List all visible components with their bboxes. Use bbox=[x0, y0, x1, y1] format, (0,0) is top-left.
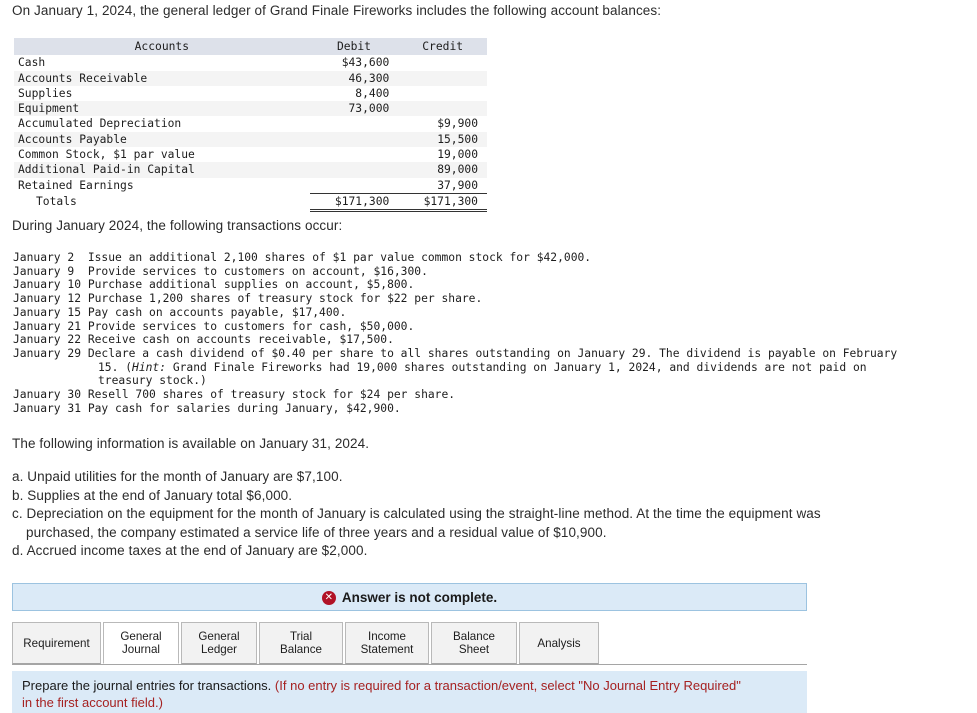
tab-label: Trial Balance bbox=[280, 630, 322, 656]
adjusting-info-item: b. Supplies at the end of January total … bbox=[12, 487, 912, 506]
column-header-credit: Credit bbox=[398, 38, 487, 56]
cell-credit bbox=[398, 70, 487, 86]
tab-label: General Journal bbox=[120, 630, 162, 656]
cell-credit bbox=[398, 85, 487, 102]
transaction-continuation-line: 15. (Hint: Grand Finale Fireworks had 19… bbox=[98, 360, 867, 374]
column-header-accounts: Accounts bbox=[14, 38, 310, 56]
cell-debit bbox=[309, 162, 399, 178]
cell-credit bbox=[398, 101, 487, 117]
tab-label: Requirement bbox=[23, 636, 90, 650]
cell-debit bbox=[309, 177, 399, 194]
cell-debit: 46,300 bbox=[309, 70, 399, 86]
cell-credit: 15,500 bbox=[398, 131, 487, 148]
column-header-debit: Debit bbox=[309, 38, 399, 56]
instruction-note-line2: in the first account field.) bbox=[22, 695, 163, 710]
tab-general-journal[interactable]: General Journal bbox=[103, 622, 179, 664]
instruction-note-line1: (If no entry is required for a transacti… bbox=[274, 678, 741, 693]
instruction-panel: Prepare the journal entries for transact… bbox=[12, 671, 807, 713]
cell-credit: 89,000 bbox=[398, 162, 487, 178]
cell-credit: $9,900 bbox=[398, 116, 487, 132]
cell-debit: 73,000 bbox=[309, 101, 399, 117]
cell-account: Additional Paid-in Capital bbox=[14, 162, 310, 178]
account-balances-table: Accounts Debit Credit Cash $43,600 Account… bbox=[14, 38, 487, 213]
hint-label: Hint: bbox=[132, 360, 167, 374]
cell-debit bbox=[309, 116, 399, 132]
cell-account: Accounts Payable bbox=[14, 131, 310, 148]
adjusting-info-item: c. Depreciation on the equipment for the… bbox=[12, 505, 912, 542]
page-intro-text: On January 1, 2024, the general ledger o… bbox=[12, 3, 662, 18]
adjusting-information-list: a. Unpaid utilities for the month of Jan… bbox=[12, 468, 912, 561]
table-row: Common Stock, $1 par value 19,000 bbox=[14, 147, 487, 163]
cell-account: Cash bbox=[14, 55, 310, 71]
adjusting-info-line: purchased, the company estimated a servi… bbox=[26, 524, 607, 540]
following-information-heading: The following information is available o… bbox=[12, 436, 370, 451]
cell-debit: 8,400 bbox=[309, 85, 399, 102]
tab-requirement[interactable]: Requirement bbox=[12, 622, 101, 664]
transaction-line: January 12 Purchase 1,200 shares of trea… bbox=[13, 292, 483, 306]
table-row: Cash $43,600 bbox=[14, 55, 487, 71]
cell-account: Common Stock, $1 par value bbox=[14, 147, 310, 163]
table-row: Accounts Receivable 46,300 bbox=[14, 70, 487, 86]
transaction-line: January 22 Receive cash on accounts rece… bbox=[13, 333, 394, 347]
adjusting-info-line: c. Depreciation on the equipment for the… bbox=[12, 506, 821, 522]
transaction-continuation-line: treasury stock.) bbox=[98, 374, 207, 388]
table-row: Accounts Payable 15,500 bbox=[14, 131, 487, 148]
adjusting-info-item: d. Accrued income taxes at the end of Ja… bbox=[12, 542, 912, 561]
table-row: Additional Paid-in Capital 89,000 bbox=[14, 162, 487, 178]
cell-debit bbox=[309, 147, 399, 163]
cell-credit: 19,000 bbox=[398, 147, 487, 163]
table-row-totals: Totals $171,300 $171,300 bbox=[14, 192, 487, 213]
cell-totals-label: Totals bbox=[14, 193, 310, 211]
cell-account: Retained Earnings bbox=[14, 177, 310, 194]
tab-label: Balance Sheet bbox=[453, 630, 495, 656]
table-header-row: Accounts Debit Credit bbox=[14, 38, 487, 56]
tab-general-ledger[interactable]: General Ledger bbox=[181, 622, 257, 664]
tab-label: Income Statement bbox=[360, 630, 414, 656]
cell-account: Accumulated Depreciation bbox=[14, 116, 310, 132]
transactions-list: January 2 Issue an additional 2,100 shar… bbox=[13, 251, 897, 415]
tab-trial-balance[interactable]: Trial Balance bbox=[259, 622, 343, 664]
answer-status-message: Answer is not complete. bbox=[341, 589, 498, 605]
cell-debit: $43,600 bbox=[309, 55, 399, 71]
tab-balance-sheet[interactable]: Balance Sheet bbox=[431, 622, 517, 664]
cell-totals-debit: $171,300 bbox=[309, 192, 399, 213]
cell-totals-credit: $171,300 bbox=[398, 192, 487, 213]
worksheet-tab-bar: Requirement General Journal General Ledger… bbox=[12, 621, 807, 665]
transaction-line: January 21 Provide services to customers… bbox=[13, 319, 415, 333]
adjusting-info-line: a. Unpaid utilities for the month of Jan… bbox=[12, 469, 343, 484]
cell-credit: 37,900 bbox=[398, 177, 487, 194]
tab-analysis[interactable]: Analysis bbox=[519, 622, 599, 664]
during-january-heading: During January 2024, the following trans… bbox=[12, 218, 343, 233]
tab-income-statement[interactable]: Income Statement bbox=[345, 622, 429, 664]
adjusting-info-line: b. Supplies at the end of January total … bbox=[12, 487, 293, 503]
error-x-icon: ✕ bbox=[321, 591, 336, 605]
transaction-line: January 10 Purchase additional supplies … bbox=[13, 278, 415, 292]
cell-account: Accounts Receivable bbox=[14, 70, 310, 86]
cell-account: Supplies bbox=[14, 85, 310, 102]
adjusting-info-item: a. Unpaid utilities for the month of Jan… bbox=[12, 468, 912, 487]
cell-credit bbox=[398, 55, 487, 71]
tab-label: General Ledger bbox=[198, 630, 240, 656]
table-row: Retained Earnings 37,900 bbox=[14, 177, 487, 194]
table-row: Supplies 8,400 bbox=[14, 85, 487, 102]
transaction-line: January 30 Resell 700 shares of treasury… bbox=[13, 388, 456, 402]
transaction-line: January 31 Pay cash for salaries during … bbox=[13, 401, 401, 415]
transaction-line: January 2 Issue an additional 2,100 shar… bbox=[13, 251, 592, 264]
table-row: Equipment 73,000 bbox=[14, 101, 487, 117]
instruction-main-text: Prepare the journal entries for transact… bbox=[22, 678, 275, 693]
cell-debit bbox=[309, 131, 399, 148]
transaction-line: January 9 Provide services to customers … bbox=[13, 264, 428, 278]
cell-account: Equipment bbox=[14, 101, 310, 117]
tab-label: Analysis bbox=[537, 636, 581, 650]
table-row: Accumulated Depreciation $9,900 bbox=[14, 116, 487, 132]
answer-status-banner: ✕ Answer is not complete. bbox=[12, 583, 807, 611]
transaction-line: January 15 Pay cash on accounts payable,… bbox=[13, 305, 347, 319]
transaction-line: January 29 Declare a cash dividend of $0… bbox=[13, 346, 898, 360]
adjusting-info-line: d. Accrued income taxes at the end of Ja… bbox=[12, 543, 368, 559]
